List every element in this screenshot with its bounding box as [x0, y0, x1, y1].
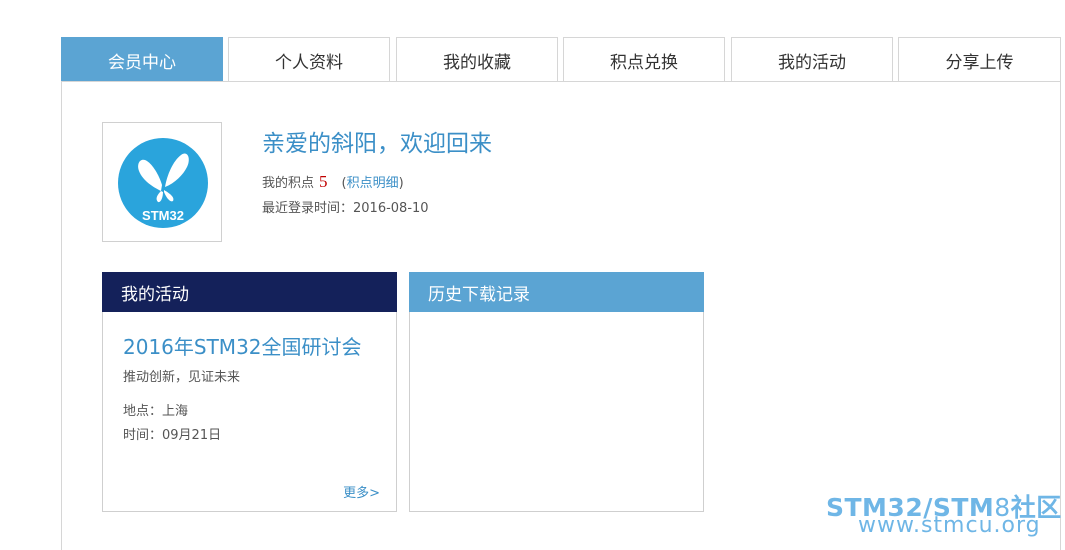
- tab-points-exchange[interactable]: 积点兑换: [563, 37, 725, 82]
- event-place: 地点：上海: [123, 404, 189, 419]
- event-title-link[interactable]: 2016年STM32全国研讨会: [123, 331, 362, 360]
- download-history-card-title: 历史下载记录: [409, 272, 704, 312]
- my-activities-card: 我的活动 2016年STM32全国研讨会 推动创新，见证未来 地点：上海 时间：…: [102, 272, 397, 512]
- stm32-logo-icon: STM32: [118, 138, 208, 228]
- more-link[interactable]: 更多>: [343, 482, 380, 501]
- logo-text: STM32: [142, 208, 184, 223]
- points-row: 我的积点 5 ( 积点明细 ): [262, 172, 404, 192]
- tab-favorites[interactable]: 我的收藏: [396, 37, 558, 82]
- welcome-message: 亲爱的斜阳，欢迎回来: [262, 131, 492, 157]
- points-value: 5: [319, 172, 328, 191]
- event-subtitle: 推动创新，见证未来: [123, 370, 241, 385]
- tab-member-center[interactable]: 会员中心: [61, 37, 223, 82]
- tab-profile[interactable]: 个人资料: [228, 37, 390, 82]
- points-paren-close: ): [398, 176, 404, 191]
- member-tabs: 会员中心 个人资料 我的收藏 积点兑换 我的活动 分享上传: [61, 37, 1061, 82]
- tab-share-upload[interactable]: 分享上传: [898, 37, 1061, 82]
- my-activities-card-title: 我的活动: [102, 272, 397, 312]
- points-label: 我的积点: [262, 176, 315, 191]
- avatar: STM32: [102, 122, 222, 242]
- download-history-card: 历史下载记录: [409, 272, 704, 512]
- last-login-time: 最近登录时间：2016-08-10: [262, 201, 429, 216]
- points-detail-link[interactable]: 积点明细: [347, 172, 399, 191]
- tab-my-activities[interactable]: 我的活动: [731, 37, 893, 82]
- watermark-url: www.stmcu.org: [858, 513, 1041, 538]
- event-time: 时间：09月21日: [123, 428, 222, 443]
